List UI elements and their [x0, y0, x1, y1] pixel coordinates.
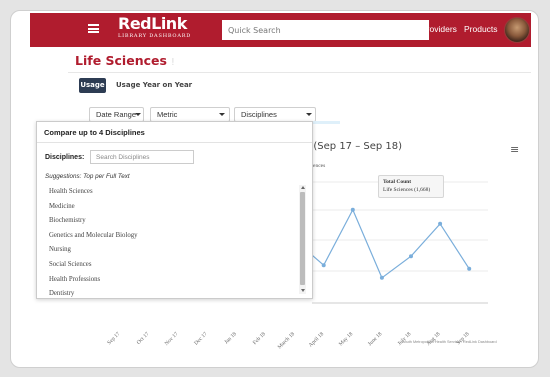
x-tick-label: Sep 17: [106, 331, 121, 346]
scroll-down-icon[interactable]: [301, 289, 305, 292]
discipline-option[interactable]: Medicine: [49, 203, 75, 210]
discipline-option[interactable]: Genetics and Molecular Biology: [49, 232, 138, 239]
disciplines-dropdown: Compare up to 4 Disciplines Disciplines:…: [36, 121, 313, 299]
x-tick-label: June 18: [367, 331, 383, 347]
x-tick-label: Jan 18: [224, 331, 238, 345]
data-point[interactable]: [379, 275, 384, 280]
data-point[interactable]: [409, 254, 413, 259]
discipline-option[interactable]: Health Professions: [49, 276, 100, 283]
x-tick-label: Nov 17: [164, 331, 180, 347]
data-point[interactable]: [438, 221, 443, 226]
tooltip-value: Life Sciences (1,668): [383, 186, 431, 193]
discipline-option[interactable]: Biochemistry: [49, 217, 86, 224]
data-point[interactable]: [321, 263, 326, 268]
scroll-up-icon[interactable]: [301, 186, 305, 189]
tooltip-title: Total Count: [383, 179, 412, 185]
data-point[interactable]: [467, 266, 472, 271]
discipline-option[interactable]: Health Sciences: [49, 188, 93, 195]
disciplines-search-input[interactable]: [90, 150, 194, 164]
data-point[interactable]: [350, 207, 355, 212]
series-line: [294, 208, 470, 279]
discipline-option[interactable]: Dentistry: [49, 290, 74, 297]
x-tick-label: July 18: [397, 331, 413, 347]
chart-title: s (Sep 17 – Sep 18): [305, 141, 403, 152]
chart-legend-item[interactable]: ences: [313, 163, 325, 169]
x-tick-label: Aug 18: [426, 331, 442, 347]
dropdown-heading: Compare up to 4 Disciplines: [37, 122, 312, 143]
suggestions-label: Suggestions: Top per Full Text: [45, 173, 130, 180]
x-tick-label: Dec 17: [193, 331, 209, 347]
chart-credits: South Metropolitan Health Service - RedL…: [402, 340, 497, 344]
scrollbar-thumb[interactable]: [300, 192, 305, 285]
x-tick-label: Oct 17: [136, 331, 151, 346]
chart-tooltip: Total Count Life Sciences (1,668): [378, 175, 444, 198]
x-tick-label: April 18: [308, 331, 325, 348]
disciplines-search-label: Disciplines:: [45, 154, 85, 161]
discipline-option[interactable]: Social Sciences: [49, 261, 91, 268]
x-tick-label: May 18: [338, 331, 354, 347]
chart-menu-icon[interactable]: ≡: [510, 144, 519, 155]
x-tick-label: March 18: [277, 331, 296, 350]
x-tick-label: Feb 18: [252, 331, 267, 346]
discipline-option[interactable]: Nursing: [49, 246, 71, 253]
